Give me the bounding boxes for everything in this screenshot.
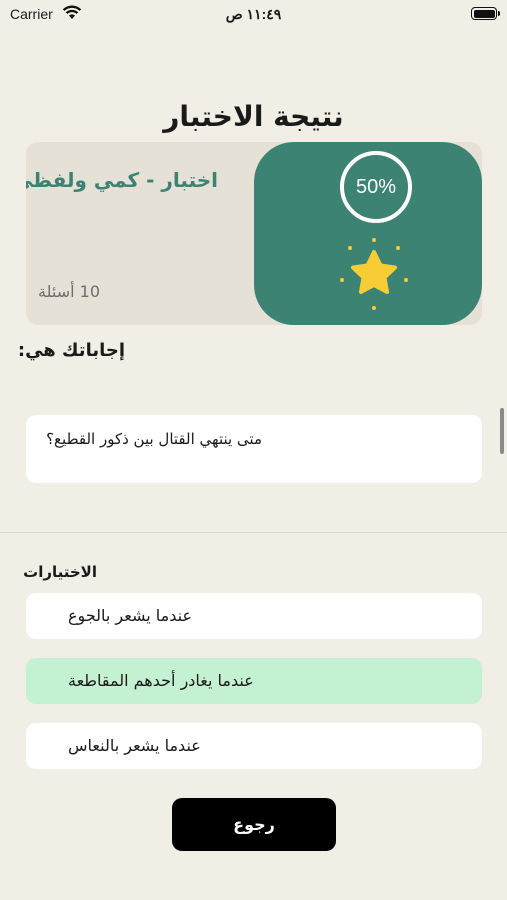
clock-time: ١١:٤٩ ص	[225, 6, 282, 22]
back-button[interactable]: رجوع	[172, 798, 336, 851]
choice-label: عندما يشعر بالجوع	[68, 606, 193, 625]
score-panel: 50%	[254, 142, 482, 325]
star-icon	[340, 238, 408, 310]
answers-heading: إجاباتك هي:	[17, 340, 125, 361]
choice-option-1[interactable]: عندما يشعر بالجوع	[26, 593, 482, 639]
choice-label: عندما يغادر أحدهم المقاطعة	[68, 671, 254, 690]
score-percentage: 50%	[340, 151, 412, 223]
battery-icon	[471, 7, 500, 20]
choice-option-2-selected[interactable]: عندما يغادر أحدهم المقاطعة	[26, 658, 482, 704]
status-bar: Carrier ١١:٤٩ ص	[0, 0, 507, 28]
result-card: 50% اختبار - كمي ولفظي 10 أسئلة	[26, 142, 482, 325]
scrollbar[interactable]	[500, 408, 504, 454]
page-title: نتيجة الاختبار	[163, 100, 344, 133]
divider	[0, 532, 507, 533]
quiz-name: اختبار - كمي ولفظي	[26, 168, 218, 192]
question-text: متى ينتهي القتال بين ذكور القطيع؟	[46, 430, 262, 448]
choice-option-3[interactable]: عندما يشعر بالنعاس	[26, 723, 482, 769]
question-card: متى ينتهي القتال بين ذكور القطيع؟	[26, 415, 482, 483]
question-count: 10 أسئلة	[38, 282, 100, 301]
choice-label: عندما يشعر بالنعاس	[68, 736, 201, 755]
choices-heading: الاختيارات	[23, 563, 97, 581]
